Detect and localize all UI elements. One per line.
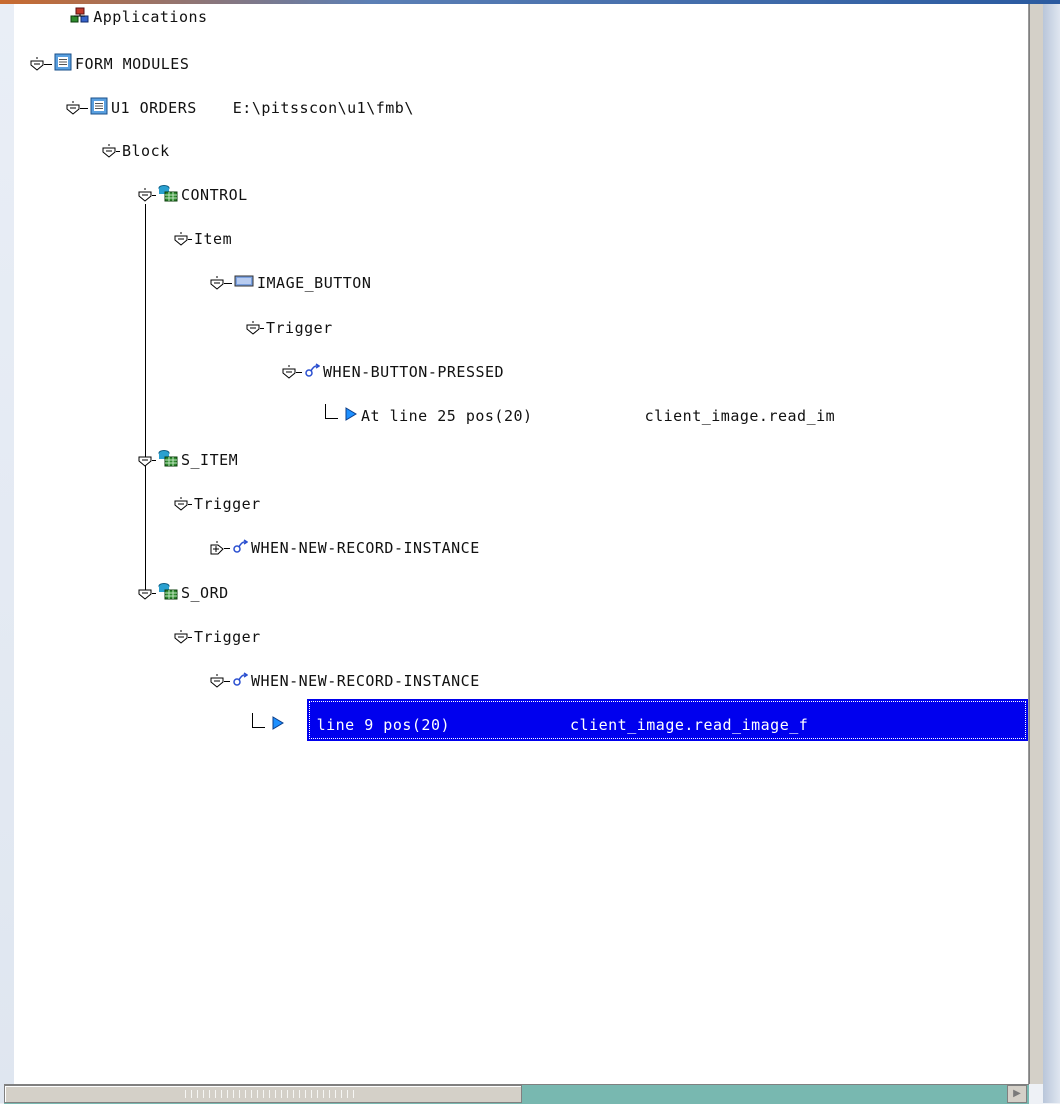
tree-node-block-group[interactable]: Block bbox=[102, 138, 170, 164]
block-table-icon bbox=[158, 582, 178, 604]
search-result-row-selected[interactable]: At line 9 pos(20) client_image.read_imag… bbox=[252, 712, 808, 738]
tree-node-block-control[interactable]: CONTROL bbox=[138, 182, 248, 208]
tree-connector-icon bbox=[325, 403, 338, 419]
collapse-toggle-icon[interactable] bbox=[138, 586, 152, 600]
tree-node-label: Block bbox=[122, 142, 170, 160]
grip-icon bbox=[185, 1090, 355, 1098]
tree-node-form-modules[interactable]: FORM MODULES bbox=[30, 51, 189, 77]
tree-node-label: WHEN-NEW-RECORD-INSTANCE bbox=[251, 672, 480, 690]
trigger-icon bbox=[304, 362, 321, 382]
horizontal-scrollbar[interactable]: ▶ bbox=[4, 1084, 1029, 1104]
tree-node-label: Trigger bbox=[266, 319, 333, 337]
tree-node-when-button-pressed[interactable]: WHEN-BUTTON-PRESSED bbox=[282, 359, 504, 385]
tree-node-label: Trigger bbox=[194, 495, 261, 513]
tree-node-label: S_ITEM bbox=[181, 451, 239, 469]
tree-node-label: WHEN-NEW-RECORD-INSTANCE bbox=[251, 539, 480, 557]
tree-node-trigger-group[interactable]: Trigger bbox=[174, 624, 261, 650]
tree-node-label: Trigger bbox=[194, 628, 261, 646]
expand-toggle-icon[interactable] bbox=[210, 541, 224, 555]
applications-icon bbox=[16, 4, 90, 45]
tree-line bbox=[145, 204, 146, 594]
play-arrow-icon bbox=[271, 715, 285, 735]
tree-node-trigger-group[interactable]: Trigger bbox=[246, 315, 333, 341]
tree-node-block-s-ord[interactable]: S_ORD bbox=[138, 580, 229, 606]
search-result-row[interactable]: At line 25 pos(20) client_image.read_im bbox=[325, 403, 835, 429]
result-location: At line 25 pos(20) bbox=[361, 407, 533, 425]
collapse-toggle-icon[interactable] bbox=[174, 232, 188, 246]
form-module-icon bbox=[90, 97, 108, 119]
vertical-scrollbar[interactable] bbox=[1029, 4, 1044, 1084]
tree-node-label: WHEN-BUTTON-PRESSED bbox=[323, 363, 505, 381]
tree-node-block-s-item[interactable]: S_ITEM bbox=[138, 447, 238, 473]
tree-node-form-module[interactable]: U1 ORDERS E:\pitsscon\u1\fmb\ bbox=[66, 95, 414, 121]
tree-node-applications[interactable]: Applications bbox=[14, 6, 208, 28]
result-location: At line 9 pos(20) bbox=[288, 716, 451, 734]
collapse-toggle-icon[interactable] bbox=[282, 365, 296, 379]
collapse-toggle-icon[interactable] bbox=[210, 674, 224, 688]
result-code: client_image.read_im bbox=[644, 407, 836, 425]
button-item-icon bbox=[234, 274, 254, 292]
module-path: E:\pitsscon\u1\fmb\ bbox=[232, 99, 414, 117]
collapse-toggle-icon[interactable] bbox=[102, 144, 116, 158]
tree-connector-icon bbox=[252, 712, 265, 728]
tree-node-label: S_ORD bbox=[181, 584, 229, 602]
scrollbar-thumb[interactable] bbox=[4, 1085, 522, 1103]
tree-node-image-button[interactable]: IMAGE_BUTTON bbox=[210, 270, 371, 296]
trigger-icon bbox=[232, 538, 249, 558]
collapse-toggle-icon[interactable] bbox=[138, 188, 152, 202]
tree-node-when-new-record-instance[interactable]: WHEN-NEW-RECORD-INSTANCE bbox=[210, 668, 480, 694]
block-table-icon bbox=[158, 184, 178, 206]
collapse-toggle-icon[interactable] bbox=[138, 453, 152, 467]
collapse-toggle-icon[interactable] bbox=[210, 276, 224, 290]
block-table-icon bbox=[158, 449, 178, 471]
result-code: client_image.read_image_f bbox=[570, 716, 809, 734]
tree-node-label: CONTROL bbox=[181, 186, 248, 204]
tree-node-label: FORM MODULES bbox=[75, 55, 190, 73]
scroll-right-arrow-icon[interactable]: ▶ bbox=[1007, 1085, 1027, 1103]
form-module-icon bbox=[54, 53, 72, 75]
play-arrow-icon bbox=[344, 406, 358, 426]
collapse-toggle-icon[interactable] bbox=[30, 57, 44, 71]
tree-node-when-new-record-instance[interactable]: WHEN-NEW-RECORD-INSTANCE bbox=[210, 535, 480, 561]
left-window-edge bbox=[0, 4, 14, 1103]
collapse-toggle-icon[interactable] bbox=[66, 101, 80, 115]
object-navigator-tree[interactable]: Applications FORM MODULES U1 ORDERS E:\p… bbox=[14, 4, 1029, 1084]
tree-node-trigger-group[interactable]: Trigger bbox=[174, 491, 261, 517]
tree-node-item-group[interactable]: Item bbox=[174, 226, 232, 252]
collapse-toggle-icon[interactable] bbox=[174, 630, 188, 644]
tree-node-label: IMAGE_BUTTON bbox=[257, 274, 372, 292]
right-window-edge bbox=[1043, 4, 1060, 1103]
tree-node-label: U1 ORDERS bbox=[111, 99, 197, 117]
trigger-icon bbox=[232, 671, 249, 691]
collapse-toggle-icon[interactable] bbox=[174, 497, 188, 511]
tree-node-label: Applications bbox=[93, 8, 208, 26]
collapse-toggle-icon[interactable] bbox=[246, 321, 260, 335]
tree-node-label: Item bbox=[194, 230, 233, 248]
